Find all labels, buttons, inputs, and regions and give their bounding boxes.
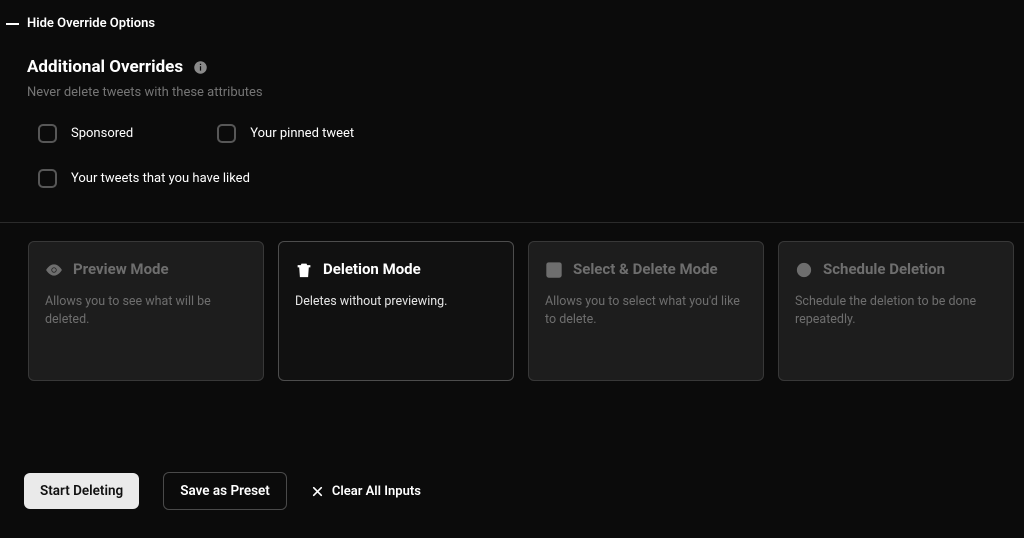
mode-schedule-desc: Schedule the deletion to be done repeate… [795, 279, 997, 329]
info-icon[interactable] [193, 60, 208, 75]
mode-card-preview[interactable]: Preview Mode Allows you to see what will… [28, 241, 264, 381]
trash-icon [295, 261, 313, 279]
mode-card-select[interactable]: Select & Delete Mode Allows you to selec… [528, 241, 764, 381]
checkbox-pinned[interactable]: Your pinned tweet [217, 124, 354, 143]
hide-override-toggle[interactable]: Hide Override Options [0, 0, 1024, 31]
checkbox-liked[interactable]: Your tweets that you have liked [38, 169, 250, 188]
clock-icon [795, 261, 813, 279]
clear-all-button[interactable]: Clear All Inputs [311, 484, 421, 499]
checkmark-box-icon [545, 261, 563, 279]
close-icon [311, 485, 324, 498]
overrides-subtitle: Never delete tweets with these attribute… [0, 77, 1024, 100]
start-deleting-button[interactable]: Start Deleting [24, 473, 139, 509]
checkbox-liked-label: Your tweets that you have liked [71, 171, 250, 186]
mode-card-schedule[interactable]: Schedule Deletion Schedule the deletion … [778, 241, 1014, 381]
mode-deletion-desc: Deletes without previewing. [295, 279, 497, 311]
additional-overrides-title: Additional Overrides [27, 57, 183, 77]
mode-select-desc: Allows you to select what you'd like to … [545, 279, 747, 329]
save-preset-button[interactable]: Save as Preset [163, 472, 287, 510]
mode-card-deletion[interactable]: Deletion Mode Deletes without previewing… [278, 241, 514, 381]
mode-select-title: Select & Delete Mode [573, 260, 718, 279]
collapse-icon [6, 23, 19, 25]
mode-preview-desc: Allows you to see what will be deleted. [45, 279, 247, 329]
checkbox-icon [38, 124, 57, 143]
checkbox-icon [38, 169, 57, 188]
checkbox-sponsored[interactable]: Sponsored [38, 124, 133, 143]
hide-override-label: Hide Override Options [27, 16, 155, 31]
checkbox-icon [217, 124, 236, 143]
mode-deletion-title: Deletion Mode [323, 260, 421, 279]
checkbox-sponsored-label: Sponsored [71, 126, 133, 141]
clear-all-label: Clear All Inputs [332, 484, 421, 499]
eye-icon [45, 261, 63, 279]
mode-schedule-title: Schedule Deletion [823, 260, 945, 279]
mode-preview-title: Preview Mode [73, 260, 169, 279]
checkbox-pinned-label: Your pinned tweet [250, 126, 354, 141]
